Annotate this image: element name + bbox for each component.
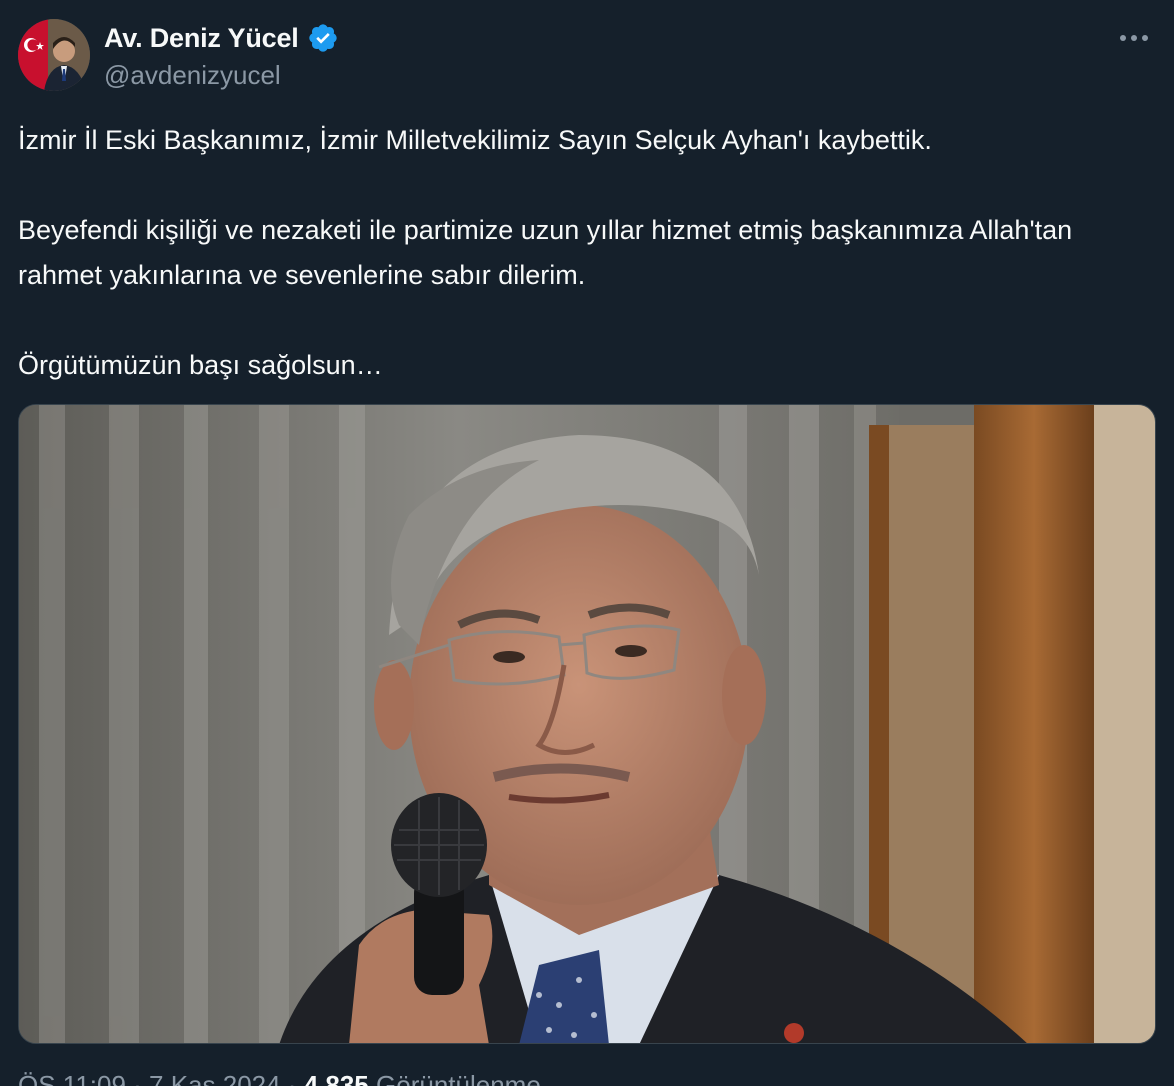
tweet-text: İzmir İl Eski Başkanımız, İzmir Milletve… <box>18 118 1138 388</box>
tweet-timestamp[interactable]: ÖS 11:09 · 7 Kas 2024 · <box>18 1070 296 1086</box>
more-horizontal-icon <box>1120 35 1148 41</box>
author-name-row: Av. Deniz Yücel <box>104 22 339 54</box>
author-handle[interactable]: @avdenizyucel <box>104 60 281 91</box>
avatar[interactable] <box>18 19 90 91</box>
views-count: 4.835 <box>303 1070 369 1086</box>
avatar-image <box>18 19 90 91</box>
tweet-paragraph: Beyefendi kişiliği ve nezaketi ile parti… <box>18 215 1073 290</box>
views-label: Görüntülenme <box>376 1070 541 1086</box>
tweet-paragraph: Örgütümüzün başı sağolsun… <box>18 350 383 380</box>
verified-badge-icon <box>308 24 337 52</box>
tweet-meta: ÖS 11:09 · 7 Kas 2024 · 4.835 Görüntülen… <box>18 1070 541 1086</box>
photo-portrait-man-with-microphone <box>19 405 1155 1043</box>
more-options-button[interactable] <box>1114 22 1154 54</box>
tweet-photo[interactable] <box>18 404 1156 1044</box>
tweet-card: Av. Deniz Yücel @avdenizyucel İzmir İl E… <box>0 0 1174 1086</box>
author-display-name[interactable]: Av. Deniz Yücel <box>104 23 299 54</box>
tweet-paragraph: İzmir İl Eski Başkanımız, İzmir Milletve… <box>18 125 932 155</box>
